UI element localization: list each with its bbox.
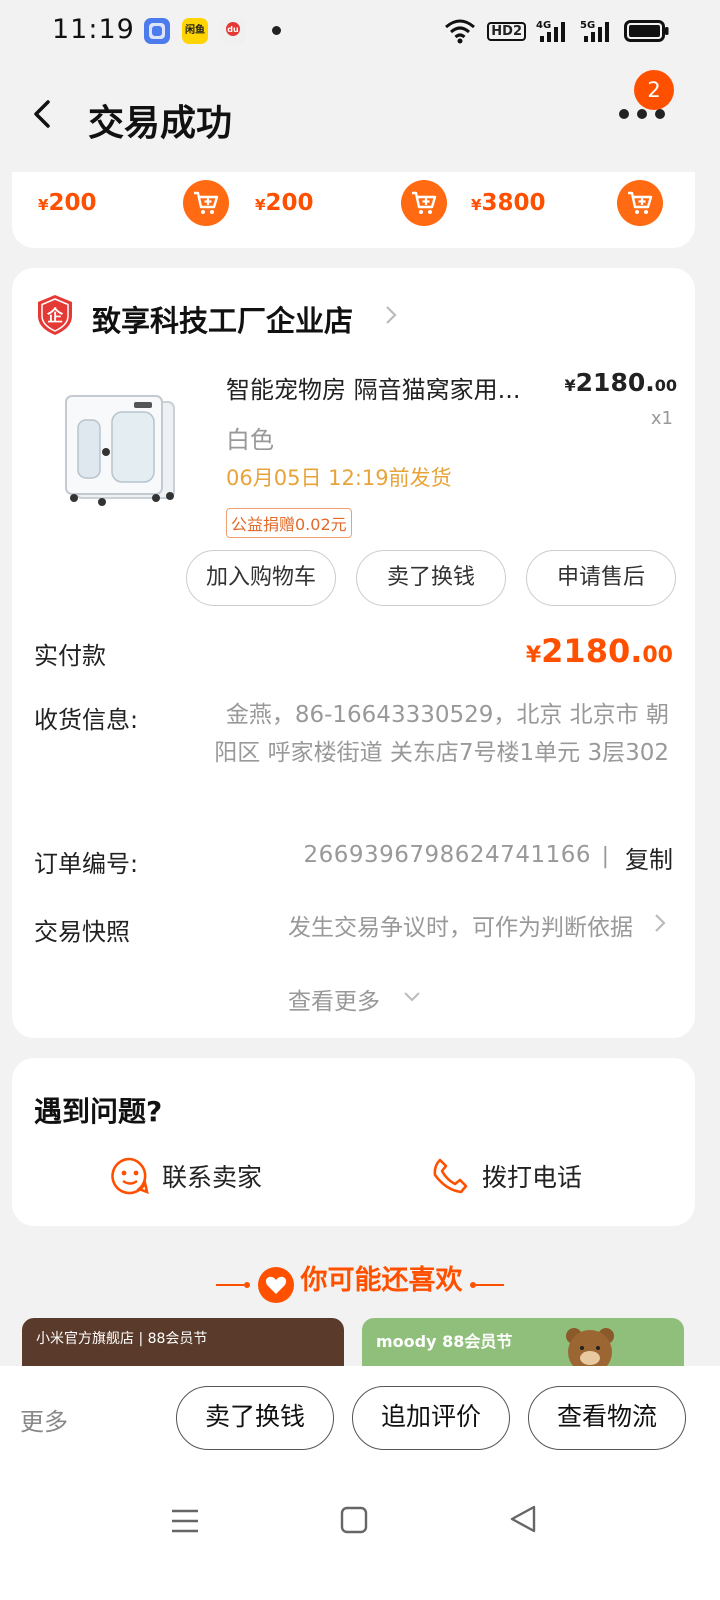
svg-text:企: 企	[46, 306, 64, 325]
ship-deadline: 06月05日 12:19前发货	[226, 466, 452, 490]
menu-icon[interactable]	[170, 1506, 200, 1536]
system-nav-bar	[0, 1490, 720, 1600]
product-variant: 白色	[226, 426, 274, 454]
svg-text:4G: 4G	[536, 20, 551, 31]
paid-amount: ¥2180.00	[525, 632, 673, 670]
snapshot-label[interactable]: 交易快照	[34, 912, 130, 947]
rec-price[interactable]: ¥200	[38, 190, 96, 216]
home-icon[interactable]	[340, 1506, 368, 1534]
notification-dot	[272, 26, 281, 35]
back-icon[interactable]	[30, 98, 54, 130]
recommend-strip: ¥200 ¥200 ¥3800	[12, 172, 695, 248]
signal-4g-icon: 4G	[536, 20, 565, 42]
copy-button[interactable]: 复制	[625, 840, 673, 875]
chevron-down-icon[interactable]	[402, 990, 422, 1004]
product-image[interactable]	[36, 368, 196, 528]
recommend-item-banner: moody 88会员节	[376, 1332, 513, 1351]
heart-icon	[258, 1266, 295, 1303]
resell-button[interactable]: 卖了换钱	[176, 1386, 334, 1450]
paid-label: 实付款	[34, 642, 106, 670]
message-badge: 2	[634, 70, 674, 110]
chevron-right-icon[interactable]	[384, 304, 398, 326]
enterprise-shop-icon: 企	[38, 295, 72, 335]
separator: |	[601, 844, 609, 869]
add-to-cart-button[interactable]	[183, 180, 229, 226]
snapshot-hint[interactable]: 发生交易争议时，可作为判断依据	[288, 908, 633, 942]
header: 交易成功 2	[0, 64, 720, 174]
address-value: 金燕，86-16643330529，北京 北京市 朝阳区 呼家楼街道 关东店7号…	[214, 702, 669, 766]
product-quantity: x1	[650, 408, 673, 429]
svg-text:5G: 5G	[580, 20, 595, 31]
page-title: 交易成功	[88, 103, 233, 144]
battery-icon	[624, 20, 669, 42]
bottom-action-bar: 更多 卖了换钱 追加评价 查看物流	[0, 1366, 720, 1490]
add-to-cart-button[interactable]	[617, 180, 663, 226]
phone-icon	[433, 1158, 468, 1194]
after-sales-button[interactable]: 申请售后	[526, 550, 676, 606]
add-to-cart-button[interactable]: 加入购物车	[186, 550, 336, 606]
recommend-section-title: 你可能还喜欢	[0, 1258, 720, 1304]
du-app-icon: du	[220, 18, 246, 44]
wifi-icon	[445, 19, 476, 44]
xianyu-app-icon: 闲鱼	[182, 18, 208, 44]
product-price: ¥2180.00	[564, 368, 677, 397]
back-nav-icon[interactable]	[508, 1504, 538, 1534]
pet-house-image	[65, 395, 175, 506]
view-logistics-button[interactable]: 查看物流	[528, 1386, 686, 1450]
product-title[interactable]: 智能宠物房 隔音猫窝家用...	[226, 370, 556, 405]
resell-button[interactable]: 卖了换钱	[356, 550, 506, 606]
status-bar: 11:19 闲鱼 du HD2 4G 5G	[0, 0, 720, 64]
order-card: 企 致享科技工厂企业店 智能宠物房 隔音猫窝家用... ¥2180.00 x1 …	[12, 268, 695, 1038]
more-actions-button[interactable]: 更多	[20, 1402, 68, 1437]
right-decoration-icon	[469, 1281, 504, 1288]
status-time: 11:19	[52, 14, 135, 45]
contact-seller-button[interactable]: 联系卖家	[110, 1154, 262, 1198]
address-label: 收货信息:	[34, 706, 139, 734]
left-decoration-icon	[216, 1281, 251, 1288]
svg-text:du: du	[227, 25, 239, 34]
order-number-label: 订单编号:	[34, 850, 139, 878]
status-icons: HD2 4G 5G	[443, 16, 670, 46]
help-card: 遇到问题? 联系卖家 拨打电话	[12, 1058, 695, 1226]
add-review-button[interactable]: 追加评价	[352, 1386, 510, 1450]
rec-price[interactable]: ¥200	[255, 190, 313, 216]
cart-icon	[194, 191, 219, 214]
chevron-right-icon[interactable]	[653, 912, 667, 934]
call-label: 拨打电话	[482, 1163, 583, 1192]
call-button[interactable]: 拨打电话	[430, 1154, 582, 1198]
cart-icon	[628, 191, 653, 214]
chat-icon	[111, 1157, 149, 1195]
recommend-item-banner: 小米官方旗舰店 | 88会员节	[36, 1331, 208, 1347]
add-to-cart-button[interactable]	[401, 180, 447, 226]
signal-5g-icon: 5G	[580, 20, 609, 42]
recommend-title: 你可能还喜欢	[300, 1265, 463, 1296]
copilot-app-icon	[144, 18, 170, 44]
order-number: 2669396798624741166	[303, 842, 591, 868]
hd-icon: HD2	[487, 21, 526, 41]
charity-tag: 公益捐赠0.02元	[226, 508, 352, 538]
rec-price[interactable]: ¥3800	[471, 190, 545, 216]
help-title: 遇到问题?	[34, 1095, 163, 1128]
cart-icon	[412, 191, 437, 214]
contact-seller-label: 联系卖家	[162, 1163, 263, 1192]
view-more-button[interactable]: 查看更多	[288, 982, 380, 1016]
shop-name[interactable]: 致享科技工厂企业店	[92, 298, 353, 340]
